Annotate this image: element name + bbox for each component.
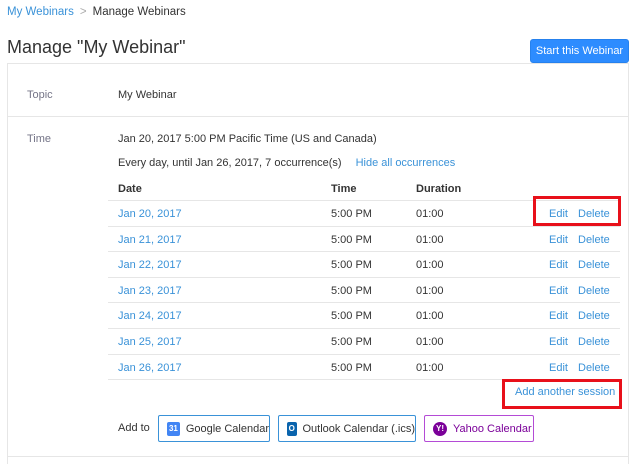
section-divider — [8, 116, 628, 117]
outlook-calendar-label: Outlook Calendar (.ics) — [302, 422, 416, 435]
occurrence-duration: 01:00 — [416, 284, 444, 297]
recurrence-text: Every day, until Jan 26, 2017, 7 occurre… — [118, 157, 342, 169]
delete-occurrence-link[interactable]: Delete — [578, 234, 610, 246]
breadcrumb-separator: > — [79, 6, 87, 18]
edit-occurrence-link[interactable]: Edit — [549, 336, 568, 348]
edit-occurrence-link[interactable]: Edit — [549, 362, 568, 374]
time-schedule: Jan 20, 2017 5:00 PM Pacific Time (US an… — [118, 133, 377, 145]
outlook-calendar-button[interactable]: O Outlook Calendar (.ics) — [278, 415, 416, 442]
occurrence-time: 5:00 PM — [331, 361, 372, 374]
add-to-label: Add to — [118, 422, 150, 434]
webinar-details-panel: Topic My Webinar Time Jan 20, 2017 5:00 … — [7, 63, 629, 464]
occurrence-time: 5:00 PM — [331, 284, 372, 297]
occurrence-date-link[interactable]: Jan 26, 2017 — [118, 362, 182, 374]
table-row: Jan 22, 2017 5:00 PM 01:00 Edit Delete — [108, 252, 620, 278]
start-webinar-button[interactable]: Start this Webinar — [530, 39, 629, 63]
occurrence-time: 5:00 PM — [331, 208, 372, 220]
occurrence-duration: 01:00 — [416, 361, 444, 374]
header-time: Time — [331, 183, 357, 195]
google-calendar-icon: 31 — [167, 421, 180, 436]
topic-value: My Webinar — [118, 89, 177, 101]
occurrence-duration: 01:00 — [416, 259, 444, 272]
occurrence-time: 5:00 PM — [331, 259, 372, 272]
occurrence-time: 5:00 PM — [331, 233, 372, 246]
breadcrumb: My Webinars > Manage Webinars — [7, 6, 186, 18]
table-row: Jan 21, 2017 5:00 PM 01:00 Edit Delete — [108, 227, 620, 253]
delete-occurrence-link[interactable]: Delete — [578, 362, 610, 374]
occurrence-date-link[interactable]: Jan 21, 2017 — [118, 234, 182, 246]
header-date: Date — [118, 183, 142, 195]
table-row: Jan 23, 2017 5:00 PM 01:00 Edit Delete — [108, 278, 620, 304]
occurrence-date-link[interactable]: Jan 24, 2017 — [118, 310, 182, 322]
occurrence-duration: 01:00 — [416, 335, 444, 348]
google-calendar-label: Google Calendar — [185, 422, 269, 435]
occurrence-date-link[interactable]: Jan 20, 2017 — [118, 208, 182, 220]
bottom-divider — [8, 456, 628, 457]
occurrence-duration: 01:00 — [416, 310, 444, 323]
occurrence-time: 5:00 PM — [331, 335, 372, 348]
hide-occurrences-link[interactable]: Hide all occurrences — [356, 157, 456, 169]
yahoo-calendar-button[interactable]: Y! Yahoo Calendar — [424, 415, 534, 442]
highlight-edit-delete — [533, 196, 621, 226]
breadcrumb-my-webinars-link[interactable]: My Webinars — [7, 6, 74, 18]
occurrence-duration: 01:00 — [416, 208, 444, 220]
google-calendar-button[interactable]: 31 Google Calendar — [158, 415, 270, 442]
outlook-icon: O — [287, 421, 297, 436]
time-recurrence: Every day, until Jan 26, 2017, 7 occurre… — [118, 157, 455, 169]
occurrence-date-link[interactable]: Jan 22, 2017 — [118, 259, 182, 271]
edit-occurrence-link[interactable]: Edit — [549, 310, 568, 322]
table-row: Jan 26, 2017 5:00 PM 01:00 Edit Delete — [108, 355, 620, 381]
occurrence-duration: 01:00 — [416, 233, 444, 246]
yahoo-icon: Y! — [433, 421, 447, 436]
table-row: Jan 25, 2017 5:00 PM 01:00 Edit Delete — [108, 329, 620, 355]
breadcrumb-current: Manage Webinars — [92, 6, 186, 18]
delete-occurrence-link[interactable]: Delete — [578, 259, 610, 271]
edit-occurrence-link[interactable]: Edit — [549, 259, 568, 271]
occurrence-time: 5:00 PM — [331, 310, 372, 323]
topic-label: Topic — [27, 89, 53, 101]
occurrence-date-link[interactable]: Jan 23, 2017 — [118, 285, 182, 297]
edit-occurrence-link[interactable]: Edit — [549, 285, 568, 297]
occurrence-date-link[interactable]: Jan 25, 2017 — [118, 336, 182, 348]
delete-occurrence-link[interactable]: Delete — [578, 310, 610, 322]
header-duration: Duration — [416, 183, 462, 195]
edit-occurrence-link[interactable]: Edit — [549, 234, 568, 246]
page-title: Manage "My Webinar" — [7, 37, 186, 57]
delete-occurrence-link[interactable]: Delete — [578, 285, 610, 297]
occurrences-rows: Jan 20, 2017 5:00 PM 01:00 Edit Delete Jan 21… — [108, 201, 620, 381]
delete-occurrence-link[interactable]: Delete — [578, 336, 610, 348]
time-label: Time — [27, 133, 52, 145]
yahoo-calendar-label: Yahoo Calendar — [453, 422, 532, 435]
table-row: Jan 24, 2017 5:00 PM 01:00 Edit Delete — [108, 303, 620, 329]
highlight-add-session — [502, 379, 622, 409]
